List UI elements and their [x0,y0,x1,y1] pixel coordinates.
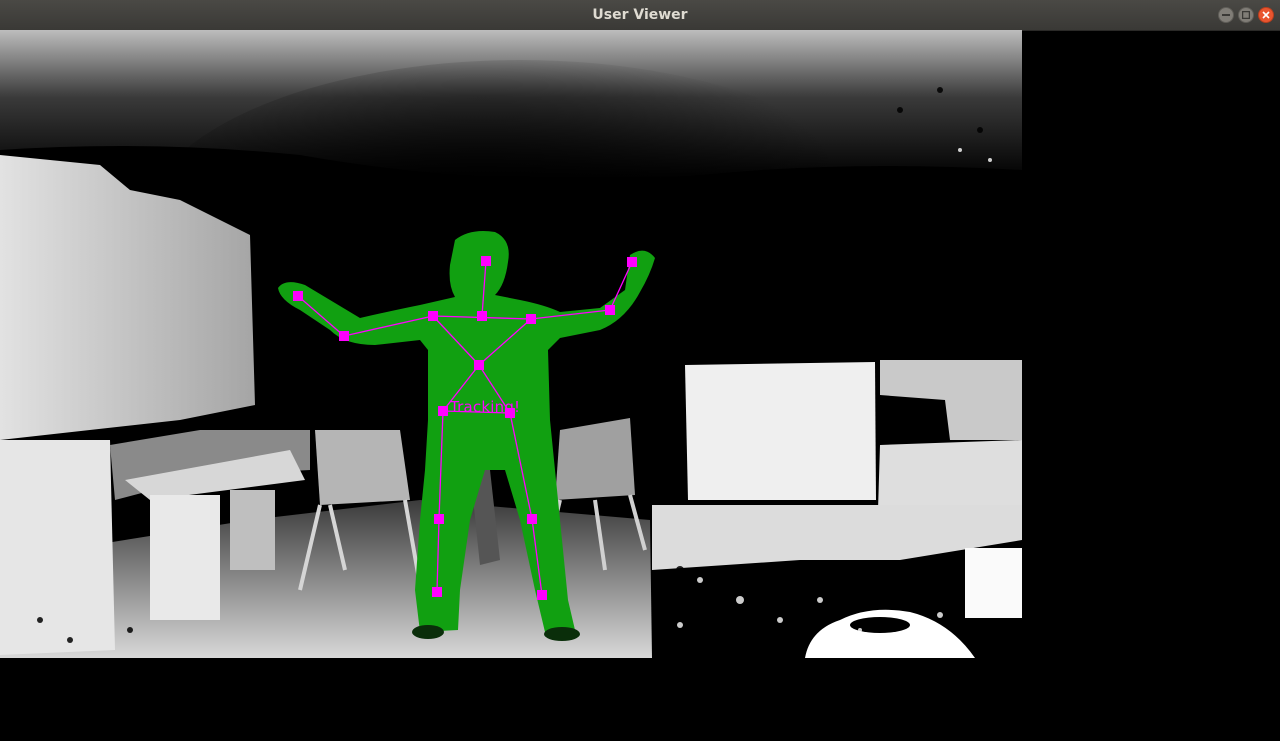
minimize-button[interactable] [1218,7,1234,23]
chair [555,418,635,500]
joint-neck [477,311,487,321]
joint-right-shoulder [526,314,536,324]
joint-left-shoulder [428,311,438,321]
maximize-button[interactable] [1238,7,1254,23]
title-bar[interactable]: User Viewer [0,0,1280,31]
maximize-icon [1242,11,1250,19]
joint-right-elbow [605,305,615,315]
joint-torso [474,360,484,370]
joint-left-hand [293,291,303,301]
cabinet [0,440,115,655]
joint-right-knee [527,514,537,524]
joint-right-hand [627,257,637,267]
close-icon [1262,11,1270,19]
joint-left-elbow [339,331,349,341]
window-title: User Viewer [592,7,688,23]
chair [315,430,410,505]
depth-view [0,30,1022,658]
joint-head [481,256,491,266]
tracking-status-label: Tracking! [450,398,521,416]
joint-left-hip [438,406,448,416]
joint-right-foot [537,590,547,600]
joint-left-knee [434,514,444,524]
box [685,362,876,500]
minimize-icon [1222,14,1230,16]
user-viewer-window: User Viewer Tracking! [0,0,1280,741]
close-button[interactable] [1258,7,1274,23]
joint-left-foot [432,587,442,597]
